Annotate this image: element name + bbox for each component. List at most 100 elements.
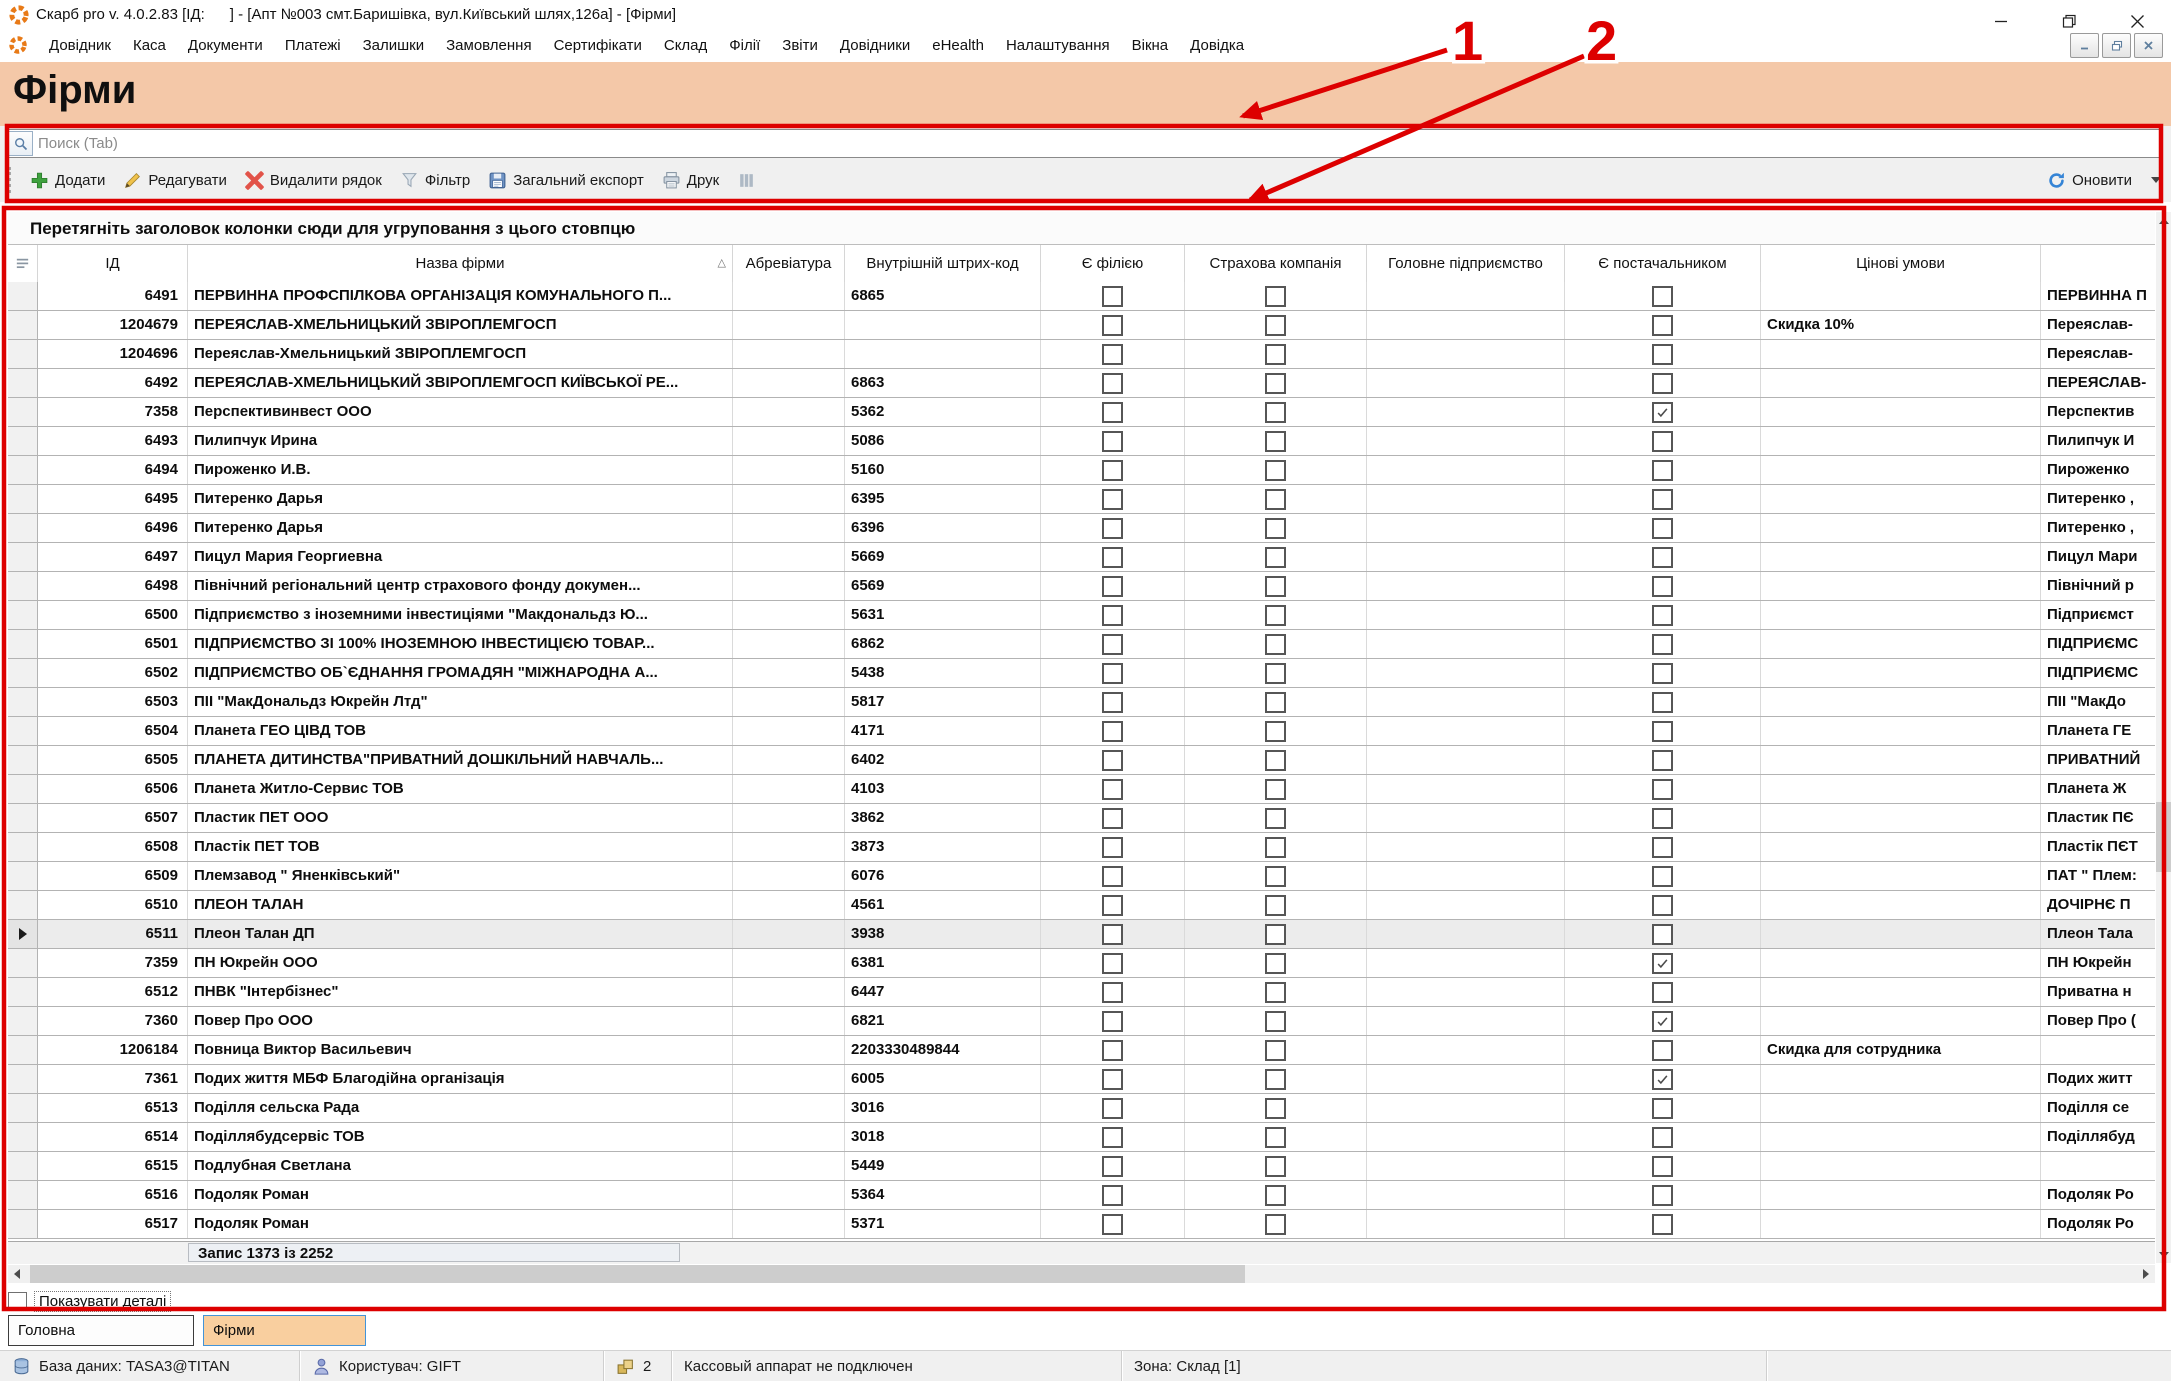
supplier-checkbox[interactable]	[1652, 373, 1673, 394]
table-row[interactable]: 6505ПЛАНЕТА ДИТИНСТВА"ПРИВАТНИЙ ДОШКІЛЬН…	[8, 746, 2155, 775]
table-row[interactable]: 6498Північний регіональний центр страхов…	[8, 572, 2155, 601]
table-row[interactable]: 6508Пластік ПЕТ ТОВ3873Пластік ПЄТ	[8, 833, 2155, 862]
table-row[interactable]: 6495Питеренко Дарья6395Питеренко ,	[8, 485, 2155, 514]
grid-corner-cell[interactable]	[8, 245, 38, 282]
supplier-checkbox[interactable]	[1652, 460, 1673, 481]
table-row[interactable]: 6512ПНВК "Інтербізнес"6447Приватна н	[8, 978, 2155, 1007]
supplier-checkbox[interactable]	[1652, 663, 1673, 684]
branch-checkbox[interactable]	[1102, 837, 1123, 858]
table-row[interactable]: 6493Пилипчук Ирина5086Пилипчук И	[8, 427, 2155, 456]
insurance-checkbox[interactable]	[1265, 750, 1286, 771]
supplier-checkbox[interactable]	[1652, 692, 1673, 713]
mdi-close-button[interactable]	[2134, 33, 2163, 58]
menu-item-2[interactable]: Каса	[122, 32, 177, 59]
table-row[interactable]: 6492ПЕРЕЯСЛАВ-ХМЕЛЬНИЦЬКИЙ ЗВІРОПЛЕМГОСП…	[8, 369, 2155, 398]
insurance-checkbox[interactable]	[1265, 982, 1286, 1003]
table-row[interactable]: 7360Повер Про ООО6821Повер Про (	[8, 1007, 2155, 1036]
table-row[interactable]: 1204696Переяслав-Хмельницький ЗВІРОПЛЕМГ…	[8, 340, 2155, 369]
menu-item-10[interactable]: Звіти	[771, 32, 829, 59]
table-row[interactable]: 6501ПІДПРИЄМСТВО ЗІ 100% ІНОЗЕМНОЮ ІНВЕС…	[8, 630, 2155, 659]
branch-checkbox[interactable]	[1102, 721, 1123, 742]
branch-checkbox[interactable]	[1102, 518, 1123, 539]
supplier-checkbox[interactable]	[1652, 1040, 1673, 1061]
branch-checkbox[interactable]	[1102, 547, 1123, 568]
supplier-checkbox[interactable]	[1652, 750, 1673, 771]
supplier-checkbox[interactable]	[1652, 721, 1673, 742]
mdi-minimize-button[interactable]	[2070, 33, 2099, 58]
insurance-checkbox[interactable]	[1265, 1185, 1286, 1206]
insurance-checkbox[interactable]	[1265, 402, 1286, 423]
supplier-checkbox[interactable]	[1652, 1127, 1673, 1148]
table-row[interactable]: 6515Подлубная Светлана5449	[8, 1152, 2155, 1181]
branch-checkbox[interactable]	[1102, 402, 1123, 423]
column-header-main[interactable]: Головне підприємство	[1367, 245, 1565, 282]
menu-item-8[interactable]: Склад	[653, 32, 718, 59]
table-row[interactable]: 6496Питеренко Дарья6396Питеренко ,	[8, 514, 2155, 543]
table-row[interactable]: 6500Підприємство з іноземними інвестиція…	[8, 601, 2155, 630]
menu-item-6[interactable]: Замовлення	[435, 32, 542, 59]
supplier-checkbox[interactable]	[1652, 1098, 1673, 1119]
insurance-checkbox[interactable]	[1265, 431, 1286, 452]
insurance-checkbox[interactable]	[1265, 605, 1286, 626]
table-row[interactable]: 6510ПЛЕОН ТАЛАН4561ДОЧІРНЄ П	[8, 891, 2155, 920]
branch-checkbox[interactable]	[1102, 634, 1123, 655]
insurance-checkbox[interactable]	[1265, 1011, 1286, 1032]
branch-checkbox[interactable]	[1102, 866, 1123, 887]
supplier-checkbox-checked[interactable]	[1652, 953, 1673, 974]
insurance-checkbox[interactable]	[1265, 1040, 1286, 1061]
supplier-checkbox[interactable]	[1652, 605, 1673, 626]
menu-item-3[interactable]: Документи	[177, 32, 274, 59]
group-by-bar[interactable]: Перетягніть заголовок колонки сюди для у…	[8, 212, 2155, 245]
insurance-checkbox[interactable]	[1265, 286, 1286, 307]
menu-item-9[interactable]: Філії	[718, 32, 771, 59]
insurance-checkbox[interactable]	[1265, 837, 1286, 858]
insurance-checkbox[interactable]	[1265, 808, 1286, 829]
table-row[interactable]: 6506Планета Житло-Сервис ТОВ4103Планета …	[8, 775, 2155, 804]
supplier-checkbox[interactable]	[1652, 576, 1673, 597]
supplier-checkbox[interactable]	[1652, 315, 1673, 336]
menu-item-12[interactable]: eHealth	[921, 32, 995, 59]
table-row[interactable]: 7358Перспективинвест ООО5362Перспектив	[8, 398, 2155, 427]
table-row[interactable]: 6504Планета ГЕО ЦІВД ТОВ4171Планета ГЕ	[8, 717, 2155, 746]
table-row[interactable]: 6502ПІДПРИЄМСТВО ОБ`ЄДНАННЯ ГРОМАДЯН "МІ…	[8, 659, 2155, 688]
column-header-barcode[interactable]: Внутрішній штрих-код	[845, 245, 1041, 282]
insurance-checkbox[interactable]	[1265, 460, 1286, 481]
supplier-checkbox[interactable]	[1652, 1156, 1673, 1177]
branch-checkbox[interactable]	[1102, 576, 1123, 597]
branch-checkbox[interactable]	[1102, 315, 1123, 336]
branch-checkbox[interactable]	[1102, 663, 1123, 684]
branch-checkbox[interactable]	[1102, 373, 1123, 394]
insurance-checkbox[interactable]	[1265, 576, 1286, 597]
insurance-checkbox[interactable]	[1265, 1127, 1286, 1148]
table-row[interactable]: 1204679ПЕРЕЯСЛАВ-ХМЕЛЬНИЦЬКИЙ ЗВІРОПЛЕМГ…	[8, 311, 2155, 340]
supplier-checkbox[interactable]	[1652, 866, 1673, 887]
supplier-checkbox[interactable]	[1652, 982, 1673, 1003]
supplier-checkbox[interactable]	[1652, 895, 1673, 916]
branch-checkbox[interactable]	[1102, 1214, 1123, 1235]
branch-checkbox[interactable]	[1102, 953, 1123, 974]
table-row[interactable]: 6497Пицул Мария Георгиевна5669Пицул Мари	[8, 543, 2155, 572]
insurance-checkbox[interactable]	[1265, 924, 1286, 945]
scroll-down-button[interactable]	[2156, 1246, 2171, 1263]
supplier-checkbox[interactable]	[1652, 779, 1673, 800]
insurance-checkbox[interactable]	[1265, 953, 1286, 974]
toolbar-button-2[interactable]: Редагувати	[114, 167, 236, 194]
insurance-checkbox[interactable]	[1265, 315, 1286, 336]
supplier-checkbox[interactable]	[1652, 1214, 1673, 1235]
branch-checkbox[interactable]	[1102, 1127, 1123, 1148]
branch-checkbox[interactable]	[1102, 460, 1123, 481]
branch-checkbox[interactable]	[1102, 692, 1123, 713]
mdi-restore-button[interactable]	[2102, 33, 2131, 58]
scroll-up-button[interactable]	[2156, 212, 2171, 229]
insurance-checkbox[interactable]	[1265, 489, 1286, 510]
table-row[interactable]: 6494Пироженко И.В.5160Пироженко	[8, 456, 2155, 485]
branch-checkbox[interactable]	[1102, 1040, 1123, 1061]
vertical-scrollbar[interactable]	[2156, 212, 2171, 1263]
branch-checkbox[interactable]	[1102, 431, 1123, 452]
menu-item-11[interactable]: Довідники	[829, 32, 921, 59]
branch-checkbox[interactable]	[1102, 286, 1123, 307]
column-header-name[interactable]: Назва фірми△	[188, 245, 733, 282]
table-row[interactable]: 7359ПН Юкрейн ООО6381ПН Юкрейн	[8, 949, 2155, 978]
supplier-checkbox-checked[interactable]	[1652, 402, 1673, 423]
insurance-checkbox[interactable]	[1265, 547, 1286, 568]
